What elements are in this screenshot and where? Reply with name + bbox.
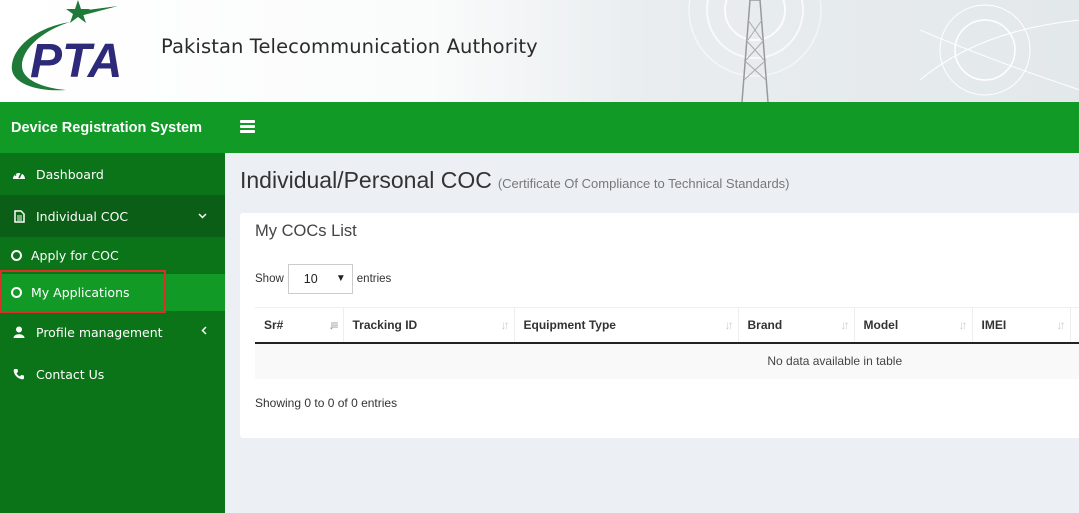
page-title-text: Individual/Personal COC	[240, 167, 492, 193]
chevron-down-icon	[198, 209, 207, 222]
table-info: Showing 0 to 0 of 0 entries	[255, 396, 398, 410]
circle-icon	[11, 250, 22, 261]
network-graphic	[920, 4, 1079, 96]
organization-name: Pakistan Telecommunication Authority	[161, 35, 538, 58]
user-icon	[12, 325, 26, 339]
column-header-sr[interactable]: Sr# ↓≡	[255, 307, 344, 344]
page-subtitle: (Certificate Of Compliance to Technical …	[497, 176, 790, 191]
page-title: Individual/Personal COC (Certificate Of C…	[240, 167, 790, 194]
box-title: My COCs List	[255, 222, 357, 240]
length-prefix: Show	[255, 273, 284, 285]
individual-coc-submenu: Apply for COC My Applications	[0, 237, 225, 311]
column-label: Model	[863, 317, 899, 332]
circle-icon	[11, 287, 22, 298]
caret-down-icon: ▼	[335, 273, 346, 284]
table-header-row: Sr# ↓≡ Tracking ID ↓↑ Equipment Type ↓↑ Bra…	[255, 307, 1079, 344]
sidebar-item-profile-management[interactable]: Profile management	[0, 311, 225, 353]
cocs-table: Sr# ↓≡ Tracking ID ↓↑ Equipment Type ↓↑ Bra…	[255, 307, 1079, 379]
empty-table-message: No data available in table	[255, 342, 1079, 379]
cocs-list-box: My COCs List Show 10 ▼ entries Sr# ↓≡ Tra…	[240, 213, 1079, 438]
column-header-brand[interactable]: Brand ↓↑	[738, 307, 855, 344]
pta-logo[interactable]: PTA	[8, 0, 148, 95]
sort-icon: ↓↑	[724, 318, 734, 332]
column-label: Equipment Type	[523, 317, 616, 332]
column-label: Tracking ID	[352, 317, 418, 332]
sidebar-subitem-my-applications[interactable]: My Applications	[0, 274, 225, 311]
app-brand[interactable]: Device Registration System	[0, 102, 225, 153]
column-label: Sr#	[264, 317, 284, 332]
top-navbar: Device Registration System	[0, 102, 1079, 153]
sort-icon: ↓↑	[958, 318, 968, 332]
sidebar-item-label: Contact Us	[36, 366, 105, 382]
phone-icon	[12, 367, 26, 381]
sort-icon: ↓↑	[500, 318, 510, 332]
sort-icon: ↓↑	[840, 318, 850, 332]
chevron-left-icon	[201, 325, 207, 338]
sidebar-subitem-label: Apply for COC	[31, 248, 119, 263]
sidebar-item-label: Individual COC	[36, 208, 129, 224]
header-banner: PTA Pakistan Telecommunication Authority	[0, 0, 1079, 102]
tower-graphic	[688, 0, 822, 102]
sidebar-subitem-label: My Applications	[31, 285, 130, 300]
table-row: No data available in table	[255, 342, 1079, 379]
length-suffix: entries	[356, 273, 392, 285]
sidebar-item-label: Profile management	[36, 324, 163, 340]
column-header-tracking-id[interactable]: Tracking ID ↓↑	[343, 307, 515, 344]
column-header-imei[interactable]: IMEI ↓↑	[972, 307, 1071, 344]
main-content: Individual/Personal COC (Certificate Of C…	[225, 153, 1079, 513]
select-value: 10	[303, 272, 318, 286]
sort-icon: ↓↑	[1056, 318, 1066, 332]
entries-length-control: Show 10 ▼ entries	[255, 264, 391, 294]
sidebar-item-dashboard[interactable]: Dashboard	[0, 153, 225, 195]
column-header-equipment-type[interactable]: Equipment Type ↓↑	[514, 307, 739, 344]
column-header-model[interactable]: Model ↓↑	[854, 307, 973, 344]
svg-text:PTA: PTA	[30, 35, 122, 88]
column-label: IMEI	[981, 317, 1007, 332]
hamburger-icon[interactable]	[240, 120, 255, 134]
sidebar-subitem-apply-for-coc[interactable]: Apply for COC	[0, 237, 225, 274]
dashboard-icon	[12, 167, 26, 181]
column-label: Brand	[747, 317, 783, 332]
file-icon	[12, 209, 26, 223]
sidebar-item-individual-coc[interactable]: Individual COC	[0, 195, 225, 237]
sidebar: Dashboard Individual COC Apply for COC M…	[0, 153, 225, 513]
sort-asc-icon: ↓≡	[328, 318, 338, 332]
column-header-more[interactable]	[1070, 307, 1079, 344]
sidebar-item-contact-us[interactable]: Contact Us	[0, 353, 225, 395]
entries-per-page-select[interactable]: 10 ▼	[287, 264, 353, 294]
sidebar-item-label: Dashboard	[36, 166, 104, 182]
